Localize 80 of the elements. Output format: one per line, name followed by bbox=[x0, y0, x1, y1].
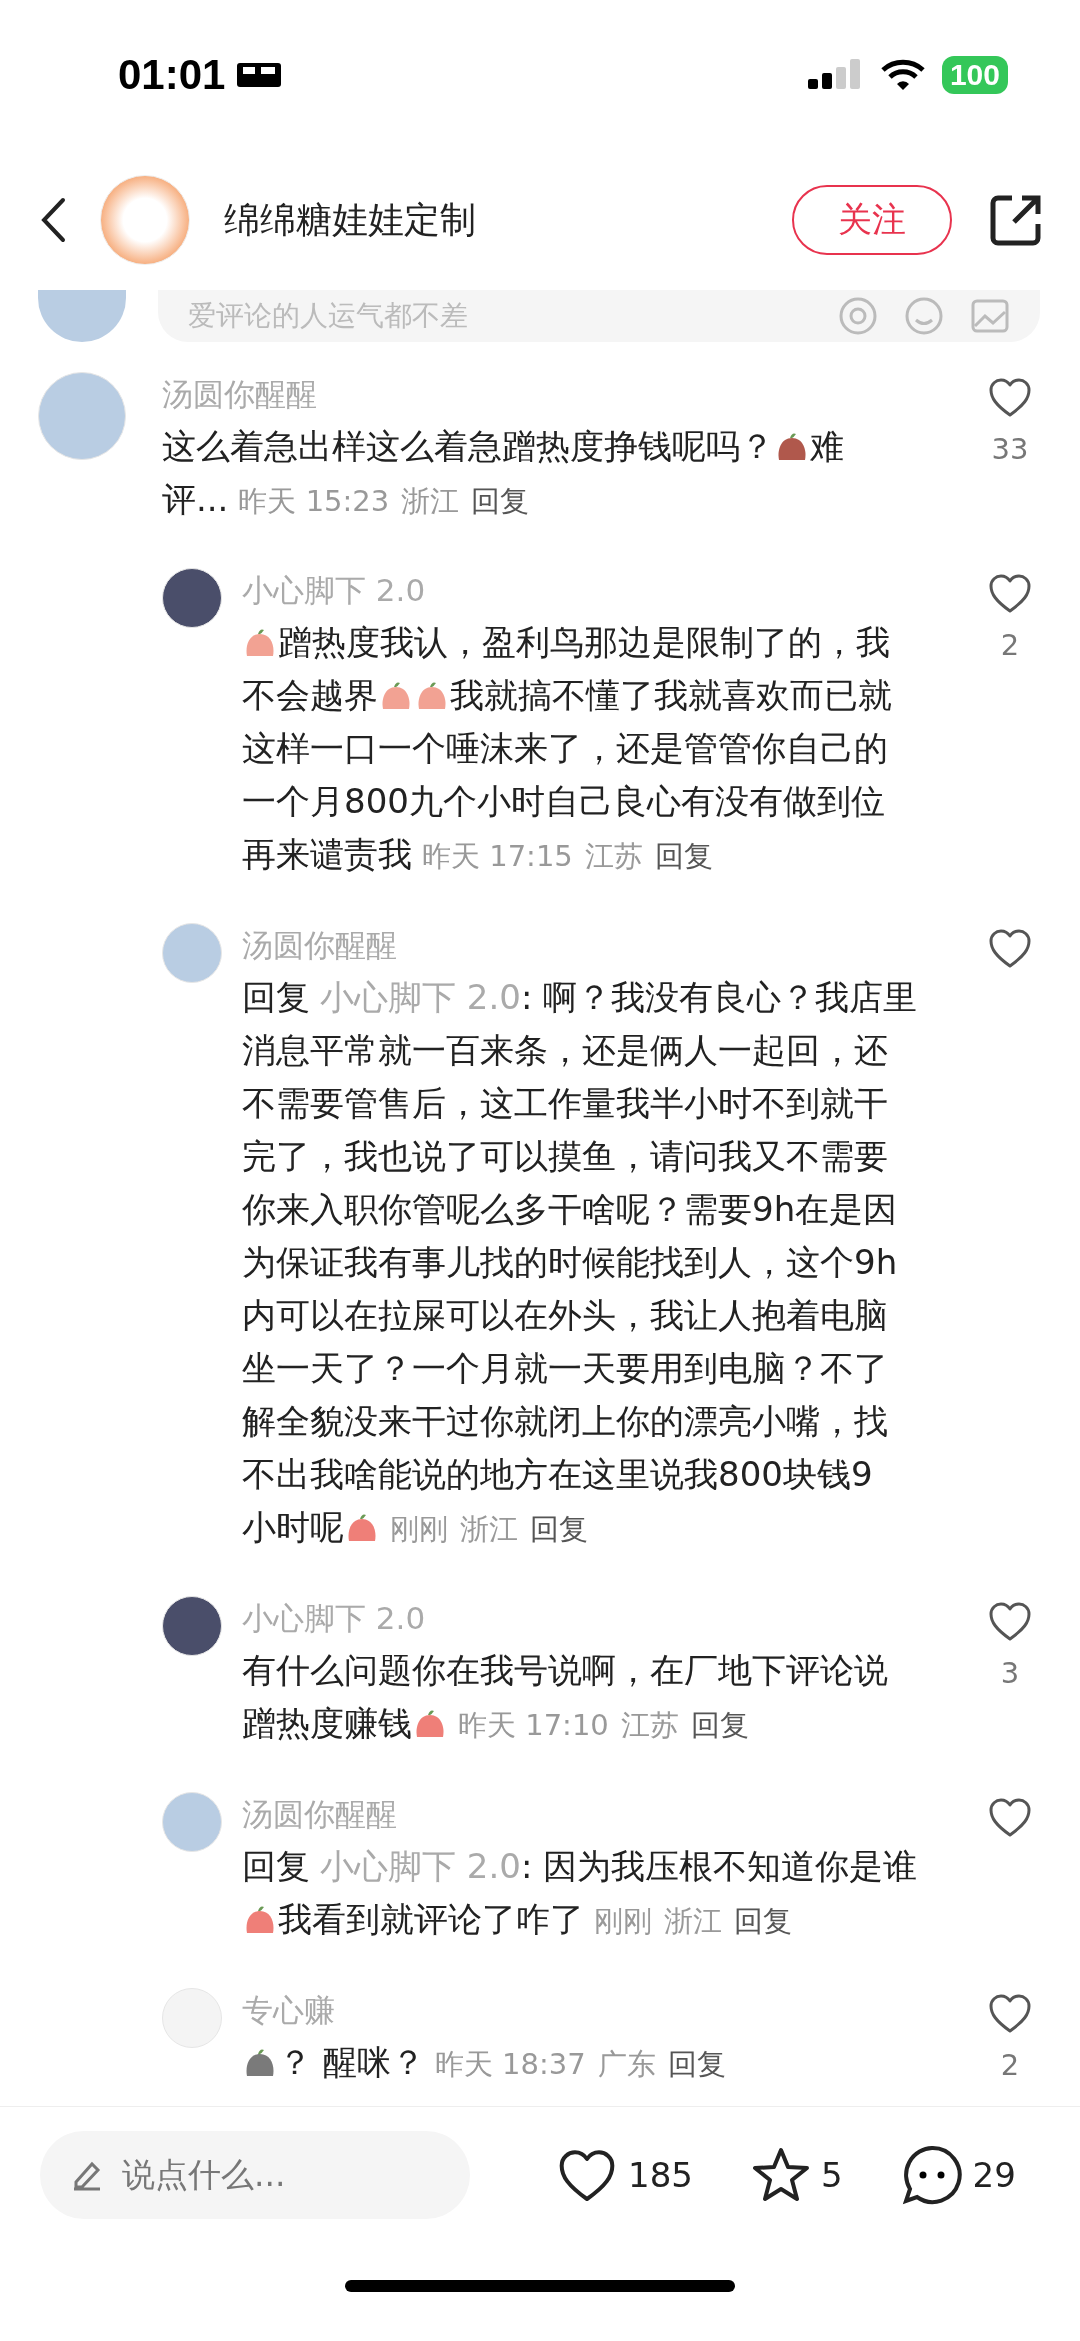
star-count: 5 bbox=[820, 2155, 843, 2195]
comment-text: 评... bbox=[162, 479, 229, 519]
comment-text: : 因为我压根不知道你是谁 bbox=[520, 1846, 918, 1886]
wifi-icon bbox=[879, 58, 926, 92]
reply-link[interactable]: 回复 bbox=[654, 839, 713, 873]
comment-field[interactable]: 说点什么... bbox=[40, 2131, 470, 2219]
comment-text: 消息平常就一百来条，还是俩人一起回，还 bbox=[242, 1030, 888, 1070]
comment-time: 刚刚 bbox=[594, 1904, 652, 1938]
comment-text: ？ 醒咪？ bbox=[278, 2042, 425, 2082]
comment-text: 坐一天了？一个月就一天要用到电脑？不了 bbox=[242, 1348, 888, 1388]
heart-icon[interactable] bbox=[988, 1796, 1032, 1838]
reply-link[interactable]: 回复 bbox=[667, 2047, 726, 2081]
comment-text: 这么着急出样这么着急蹭热度挣钱呢吗？ bbox=[162, 426, 774, 466]
comment-location: 江苏 bbox=[584, 839, 643, 873]
comment-text: 小时呢 bbox=[242, 1507, 344, 1547]
heart-icon[interactable] bbox=[988, 572, 1032, 614]
comment-time: 昨天 17:10 bbox=[458, 1708, 609, 1742]
heart-icon[interactable] bbox=[988, 1600, 1032, 1642]
share-icon[interactable] bbox=[990, 194, 1042, 246]
comment-text: 回复 bbox=[242, 1846, 310, 1886]
like-count: 33 bbox=[991, 432, 1029, 466]
comment-location: 浙江 bbox=[401, 484, 460, 518]
signal-icon bbox=[807, 59, 862, 91]
comment-time: 昨天 17:15 bbox=[422, 839, 573, 873]
comment-text: 这样一口一个唾沫来了，还是管管你自己的 bbox=[242, 728, 888, 768]
comment-text: 再来谴责我 bbox=[242, 834, 412, 874]
reply-link[interactable]: 回复 bbox=[690, 1708, 749, 1742]
chat-bubble-icon[interactable] bbox=[900, 2144, 963, 2206]
comment-text: 蹭热度我认，盈利鸟那边是限制了的，我 bbox=[278, 622, 890, 662]
reply-link[interactable]: 回复 bbox=[734, 1904, 792, 1938]
comment-text: 蹭热度赚钱 bbox=[242, 1703, 412, 1743]
comment-text: 回复 bbox=[242, 977, 310, 1017]
user-name[interactable]: 小心脚下 2.0 bbox=[242, 568, 426, 612]
comment-text: 不会越界 bbox=[242, 675, 378, 715]
star-icon[interactable] bbox=[750, 2146, 811, 2204]
follow-button[interactable]: 关注 bbox=[792, 185, 952, 255]
mention-link[interactable]: 小心脚下 2.0 bbox=[320, 1846, 521, 1886]
comment-text: 难 bbox=[810, 426, 844, 466]
comment-text: 完了，我也说了可以摸鱼，请问我又不需要 bbox=[242, 1136, 888, 1176]
comment-text: 你来入职你管呢么多干啥呢？需要9h在是因 bbox=[242, 1189, 898, 1229]
heart-icon[interactable] bbox=[988, 927, 1032, 969]
bed-icon bbox=[235, 61, 284, 89]
comment-time: 昨天 15:23 bbox=[238, 484, 390, 518]
placeholder: 说点什么... bbox=[122, 2153, 286, 2196]
comment-text: 我就搞不懂了我就喜欢而已就 bbox=[450, 675, 892, 715]
user-name[interactable]: 汤圆你醒醒 bbox=[162, 372, 317, 416]
like-count: 2 bbox=[1000, 2048, 1020, 2082]
clock: 01:01 bbox=[118, 51, 226, 99]
comment-count: 29 bbox=[972, 2155, 1016, 2195]
comment-location: 江苏 bbox=[620, 1708, 679, 1742]
user-name[interactable]: 专心赚 bbox=[242, 1988, 335, 2032]
heart-icon[interactable] bbox=[988, 1992, 1032, 2034]
comment-location: 广东 bbox=[597, 2047, 656, 2081]
user-name[interactable]: 小心脚下 2.0 bbox=[242, 1596, 426, 1640]
comment-time: 刚刚 bbox=[390, 1512, 448, 1546]
comment-location: 浙江 bbox=[460, 1512, 518, 1546]
comment-text: 内可以在拉屎可以在外头，我让人抱着电脑 bbox=[242, 1295, 888, 1335]
shop-title: 绵绵糖娃娃定制 bbox=[224, 197, 477, 242]
user-name[interactable]: 汤圆你醒醒 bbox=[242, 1792, 397, 1836]
comment-text: 有什么问题你在我号说啊，在厂地下评论说 bbox=[242, 1650, 888, 1690]
placeholder: 爱评论的人运气都不差 bbox=[188, 298, 469, 334]
comment-text: : 啊？我没有良心？我店里 bbox=[520, 977, 918, 1017]
comment-time: 昨天 18:37 bbox=[434, 2047, 586, 2081]
like-count: 2 bbox=[1000, 628, 1020, 662]
comment-text: 不需要管售后，这工作量我半小时不到就干 bbox=[242, 1083, 888, 1123]
user-name[interactable]: 汤圆你醒醒 bbox=[242, 923, 397, 967]
back-icon[interactable] bbox=[40, 197, 66, 243]
reply-link[interactable]: 回复 bbox=[530, 1512, 588, 1546]
comment-text: 不出我啥能说的地方在这里说我800块钱9 bbox=[242, 1454, 873, 1494]
reply-link[interactable]: 回复 bbox=[471, 484, 530, 518]
battery-icon: 100 bbox=[941, 56, 1008, 94]
comment-text: 一个月800九个小时自己良心有没有做到位 bbox=[242, 781, 885, 821]
mention-link[interactable]: 小心脚下 2.0 bbox=[320, 977, 521, 1017]
like-count: 185 bbox=[628, 2155, 693, 2195]
comment-text: 解全貌没来干过你就闭上你的漂亮小嘴，找 bbox=[242, 1401, 888, 1441]
comment-text: 我看到就评论了咋了 bbox=[278, 1899, 584, 1939]
heart-icon[interactable] bbox=[988, 376, 1032, 418]
comment-text: 为保证我有事儿找的时候能找到人，这个9h bbox=[242, 1242, 898, 1282]
like-count: 3 bbox=[1000, 1656, 1020, 1690]
comment-location: 浙江 bbox=[664, 1904, 722, 1938]
